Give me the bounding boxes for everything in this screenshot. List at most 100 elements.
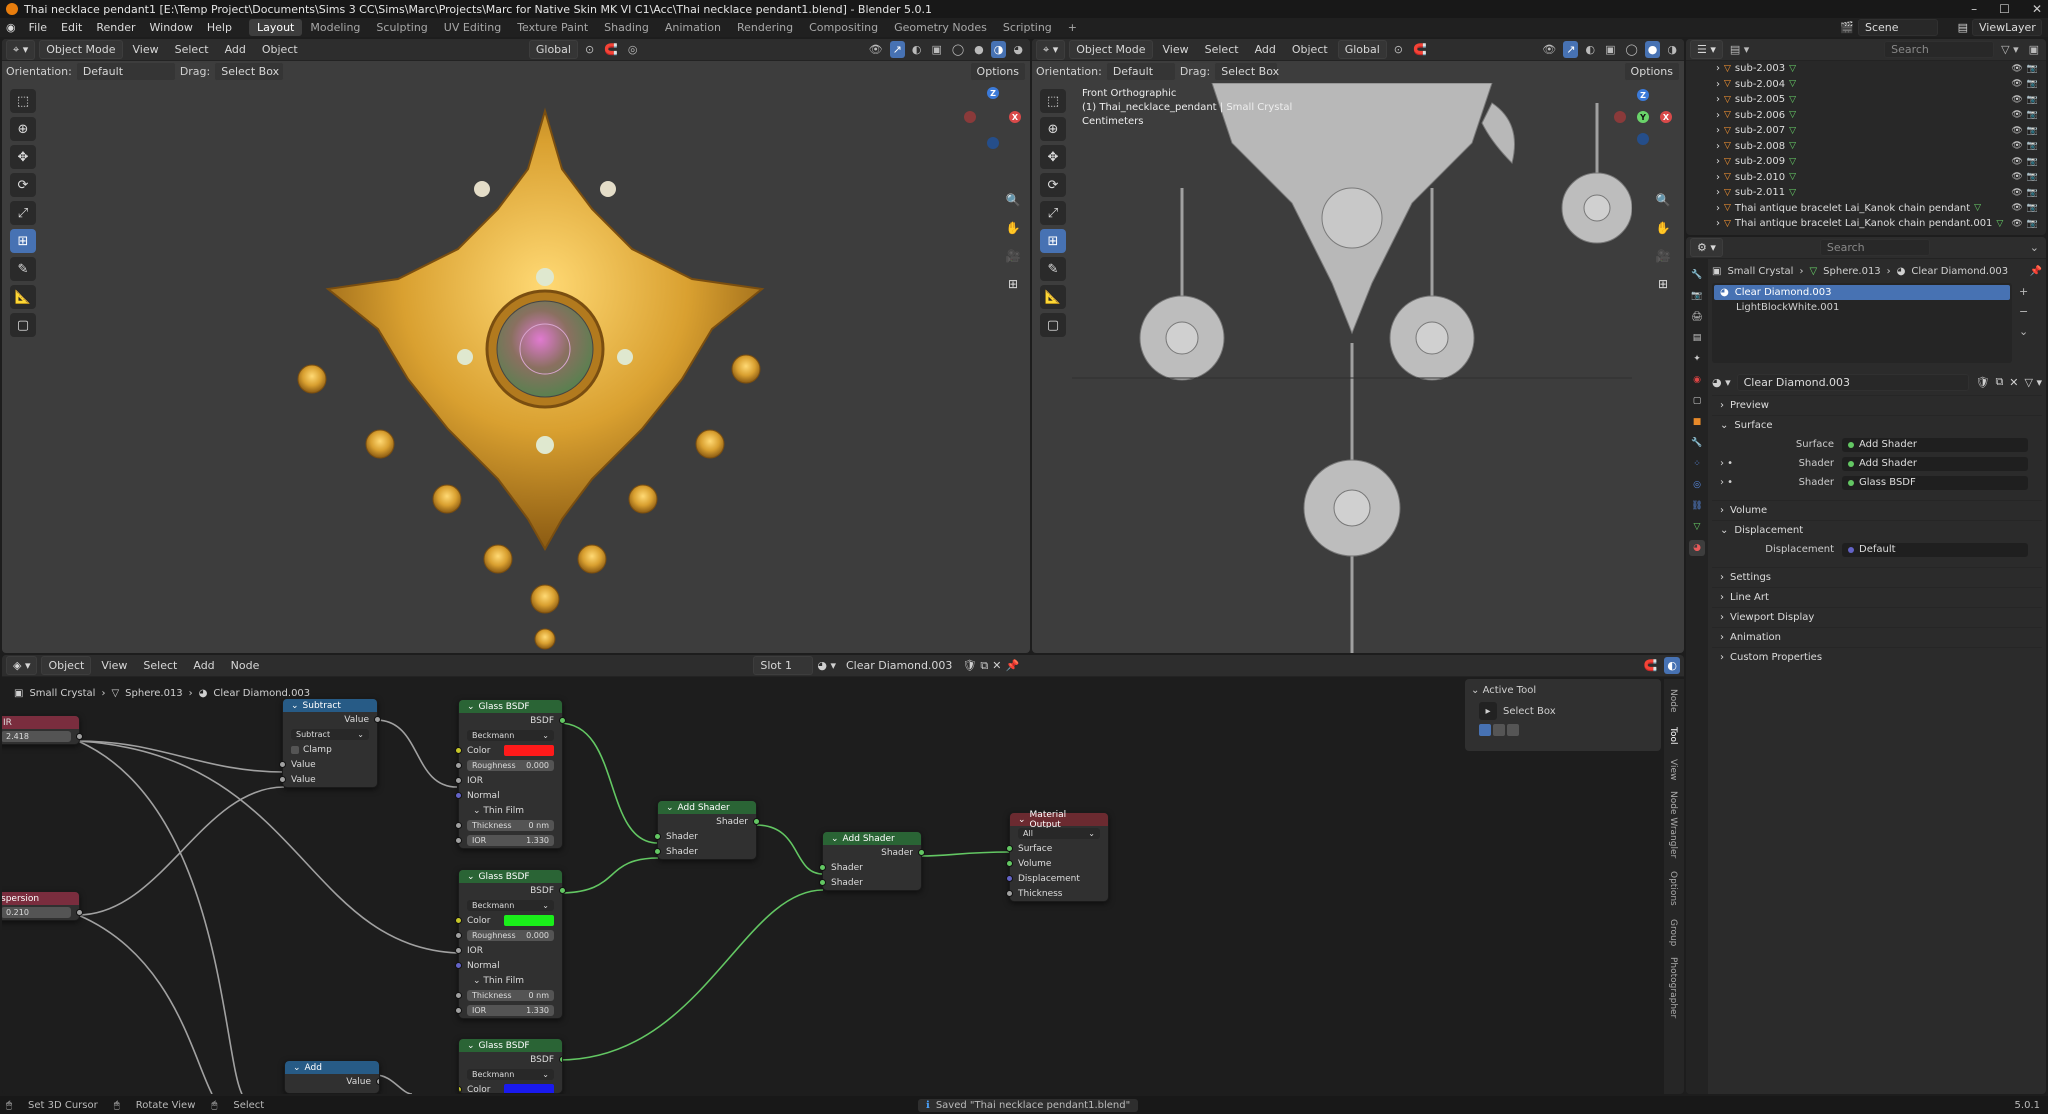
menu-window[interactable]: Window	[143, 21, 200, 34]
maximize-icon[interactable]: ☐	[1999, 2, 2010, 16]
move-tool-icon[interactable]: ✥	[1040, 145, 1066, 169]
mode-select[interactable]: Object Mode	[1069, 40, 1153, 59]
menu-help[interactable]: Help	[200, 21, 239, 34]
menu-render[interactable]: Render	[89, 21, 142, 34]
gizmo-neg-z-axis[interactable]	[1637, 133, 1649, 145]
menu-add[interactable]: Add	[219, 41, 252, 58]
color-swatch[interactable]	[504, 1084, 554, 1093]
dispersion-value-field[interactable]: 0.210	[2, 907, 71, 918]
options-button[interactable]: Options	[969, 61, 1026, 81]
particles-tab-icon[interactable]: ⁘	[1689, 456, 1705, 472]
sidebar-tab-photographer[interactable]: Photographer	[1668, 957, 1678, 1018]
node-add-shader-1[interactable]: ⌄ Add Shader Shader Shader Shader	[654, 800, 760, 860]
cursor-tool-icon[interactable]: ⊕	[1040, 117, 1066, 141]
viewport-right[interactable]: ⌖ ▾ Object Mode View Select Add Object G…	[1032, 39, 1684, 653]
displacement-value[interactable]: Default	[1842, 542, 2028, 557]
xray-icon[interactable]: ▣	[1602, 41, 1618, 58]
shading-wireframe-icon[interactable]: ◯	[1622, 41, 1640, 58]
properties-search-input[interactable]: Search	[1819, 239, 1930, 256]
gizmo-toggle-icon[interactable]: ↗	[889, 41, 905, 58]
sidebar-tab-node[interactable]: Node	[1668, 689, 1678, 713]
panel-custom-properties[interactable]: › Custom Properties	[1712, 647, 2042, 667]
panel-viewport-display[interactable]: › Viewport Display	[1712, 607, 2042, 627]
color-swatch[interactable]	[504, 745, 554, 756]
display-mode-icon[interactable]: ▤ ▾	[1727, 41, 1752, 58]
material-tab-icon[interactable]: ◕	[1689, 540, 1705, 556]
transform-tool-icon[interactable]: ⊞	[1040, 229, 1066, 253]
workspace-tab-scripting[interactable]: Scripting	[995, 19, 1060, 36]
color-swatch[interactable]	[504, 915, 554, 926]
visibility-icon[interactable]: 👁	[1539, 41, 1559, 58]
shading-wireframe-icon[interactable]: ◯	[949, 41, 967, 58]
add-slot-icon[interactable]: +	[2016, 283, 2031, 300]
object-tab-icon[interactable]: ■	[1689, 414, 1705, 430]
pivot-icon[interactable]: ⊙	[582, 41, 597, 58]
shader-node-editor[interactable]: ◈ ▾ Object View Select Add Node Slot 1 ◕…	[2, 655, 1684, 1094]
visibility-toggles[interactable]: 👁📷	[2011, 126, 2042, 136]
visibility-toggles[interactable]: 👁📷	[2011, 172, 2042, 182]
workspace-tab-sculpting[interactable]: Sculpting	[368, 19, 435, 36]
menu-object[interactable]: Object	[256, 41, 304, 58]
filter-icon[interactable]: ▽ ▾	[2025, 376, 2042, 389]
menu-file[interactable]: File	[22, 21, 54, 34]
node-add-math[interactable]: ⌄ Add Value	[284, 1060, 380, 1094]
workspace-tab-layout[interactable]: Layout	[248, 19, 303, 36]
slot-menu-icon[interactable]: ⌄	[2016, 323, 2031, 340]
visibility-toggles[interactable]: 👁📷	[2011, 203, 2042, 213]
workspace-tab-compositing[interactable]: Compositing	[801, 19, 886, 36]
panel-settings[interactable]: › Settings	[1712, 567, 2042, 587]
transform-tool-icon[interactable]: ⊞	[10, 229, 36, 253]
workspace-tab-texture-paint[interactable]: Texture Paint	[509, 19, 596, 36]
menu-view[interactable]: View	[1157, 41, 1195, 58]
visibility-toggles[interactable]: 👁📷	[2011, 95, 2042, 105]
visibility-toggles[interactable]: 👁📷	[2011, 188, 2042, 198]
select-box-tool-icon[interactable]: ⬚	[1040, 89, 1066, 113]
options-chevron-icon[interactable]: ⌄	[2027, 239, 2042, 256]
camera-view-icon[interactable]: 🎥	[1652, 245, 1674, 267]
node-subtract[interactable]: ⌄ Subtract Value Subtract ⌄ Clamp Value V…	[279, 698, 381, 788]
node-material-output[interactable]: ⌄ Material Output All ⌄ Surface Volume Di…	[1006, 810, 1109, 902]
close-icon[interactable]: ✕	[2032, 2, 2042, 16]
menu-select[interactable]: Select	[1199, 41, 1245, 58]
zoom-icon[interactable]: 🔍	[1002, 189, 1024, 211]
options-button[interactable]: Options	[1623, 61, 1680, 81]
surface-value[interactable]: Add Shader	[1842, 437, 2028, 452]
transform-orientation-select[interactable]: Global	[528, 40, 578, 59]
camera-view-icon[interactable]: 🎥	[1002, 245, 1024, 267]
material-slot-active[interactable]: ◕ Clear Diamond.003	[1714, 285, 2010, 300]
workspace-tab-uv-editing[interactable]: UV Editing	[436, 19, 509, 36]
rotate-tool-icon[interactable]: ⟳	[1040, 173, 1066, 197]
pan-hand-icon[interactable]: ✋	[1002, 217, 1024, 239]
distribution-select[interactable]: Beckmann ⌄	[467, 730, 554, 741]
roughness-field[interactable]: Roughness 0.000	[467, 760, 554, 771]
remove-slot-icon[interactable]: −	[2016, 303, 2031, 320]
output-target-select[interactable]: All ⌄	[1018, 828, 1100, 839]
workspace-tab-animation[interactable]: Animation	[657, 19, 729, 36]
sidebar-tab-tool[interactable]: Tool	[1668, 727, 1678, 744]
drag-select[interactable]: Select Box	[214, 61, 285, 81]
view-layer-tab-icon[interactable]: ▤	[1689, 330, 1705, 346]
add-cube-tool-icon[interactable]: ▢	[10, 313, 36, 337]
collection-tab-icon[interactable]: ▢	[1689, 393, 1705, 409]
node-dispersion-value[interactable]: spersion 0.210	[2, 891, 83, 921]
node-ior-value[interactable]: IR 2.418	[2, 715, 83, 745]
editor-type-button[interactable]: ⌖ ▾	[1036, 39, 1066, 60]
outliner-item[interactable]: › ▽ sub-2.010 ▽ 👁📷	[1686, 170, 2046, 186]
gizmo-neg-x-axis[interactable]	[1614, 111, 1626, 123]
menu-object[interactable]: Object	[1286, 41, 1334, 58]
gizmo-neg-x-axis[interactable]	[964, 111, 976, 123]
pin-icon[interactable]: 📌	[2030, 266, 2042, 277]
select-new-icon[interactable]	[1479, 724, 1491, 736]
visibility-toggles[interactable]: 👁📷	[2011, 110, 2042, 120]
workspace-tab-shading[interactable]: Shading	[596, 19, 657, 36]
pivot-icon[interactable]: ⊙	[1391, 41, 1406, 58]
editor-type-button[interactable]: ⌖ ▾	[6, 39, 36, 60]
select-box-tool-icon[interactable]: ▸	[1479, 702, 1497, 720]
clamp-checkbox[interactable]	[291, 745, 299, 754]
visibility-toggles[interactable]: 👁📷	[2011, 157, 2042, 167]
panel-displacement[interactable]: ⌄ Displacement	[1712, 520, 2042, 540]
outliner-item[interactable]: › ▽ sub-2.006 ▽ 👁📷	[1686, 108, 2046, 124]
panel-animation[interactable]: › Animation	[1712, 627, 2042, 647]
cursor-tool-icon[interactable]: ⊕	[10, 117, 36, 141]
xray-icon[interactable]: ▣	[928, 41, 944, 58]
